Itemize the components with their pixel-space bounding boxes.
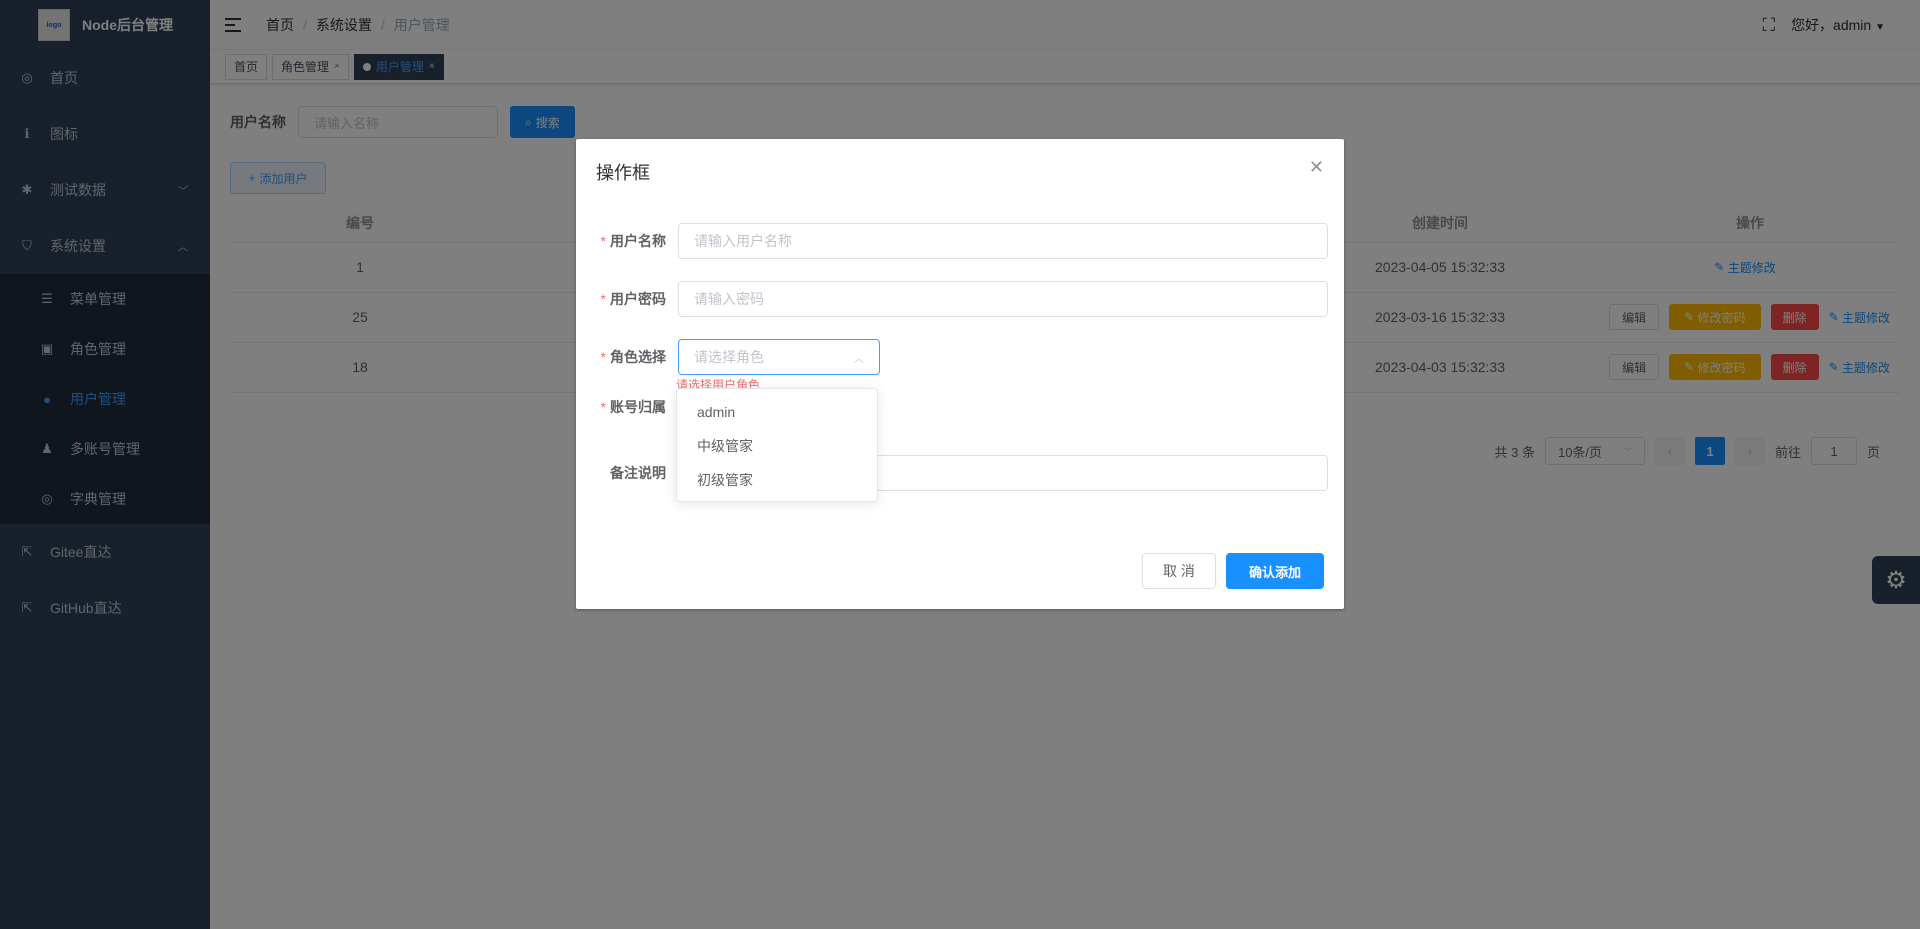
form-row-role: * 角色选择 请选择角色 ︿ [596, 339, 880, 375]
form-row-account: * 账号归属 [596, 397, 678, 417]
role-option-mid[interactable]: 中级管家 [677, 429, 877, 463]
username-label: * 用户名称 [600, 233, 666, 249]
role-dropdown: admin 中级管家 初级管家 [676, 388, 878, 502]
remark-label: 备注说明 [610, 465, 666, 481]
confirm-add-button[interactable]: 确认添加 [1226, 553, 1324, 589]
role-label: * 角色选择 [600, 349, 666, 365]
role-option-junior[interactable]: 初级管家 [677, 463, 877, 497]
form-row-password: * 用户密码 请输入密码 [596, 281, 1328, 317]
role-option-admin[interactable]: admin [677, 395, 877, 429]
role-select[interactable]: 请选择角色 ︿ [678, 339, 880, 375]
account-label: * 账号归属 [600, 399, 666, 415]
dialog-title: 操作框 [596, 163, 650, 183]
chevron-up-icon: ︿ [854, 353, 864, 365]
password-label: * 用户密码 [600, 291, 666, 307]
form-row-username: * 用户名称 请输入用户名称 [596, 223, 1328, 259]
close-icon[interactable]: ✕ [1309, 157, 1324, 178]
cancel-button[interactable]: 取 消 [1142, 553, 1216, 589]
dialog-footer: 取 消 确认添加 [1142, 553, 1324, 589]
role-select-placeholder: 请选择角色 [694, 349, 764, 365]
password-input[interactable]: 请输入密码 [678, 281, 1328, 317]
operation-dialog: 操作框 ✕ * 用户名称 请输入用户名称 * 用户密码 请输入密码 * 角色选择 请选… [576, 139, 1344, 609]
username-input[interactable]: 请输入用户名称 [678, 223, 1328, 259]
